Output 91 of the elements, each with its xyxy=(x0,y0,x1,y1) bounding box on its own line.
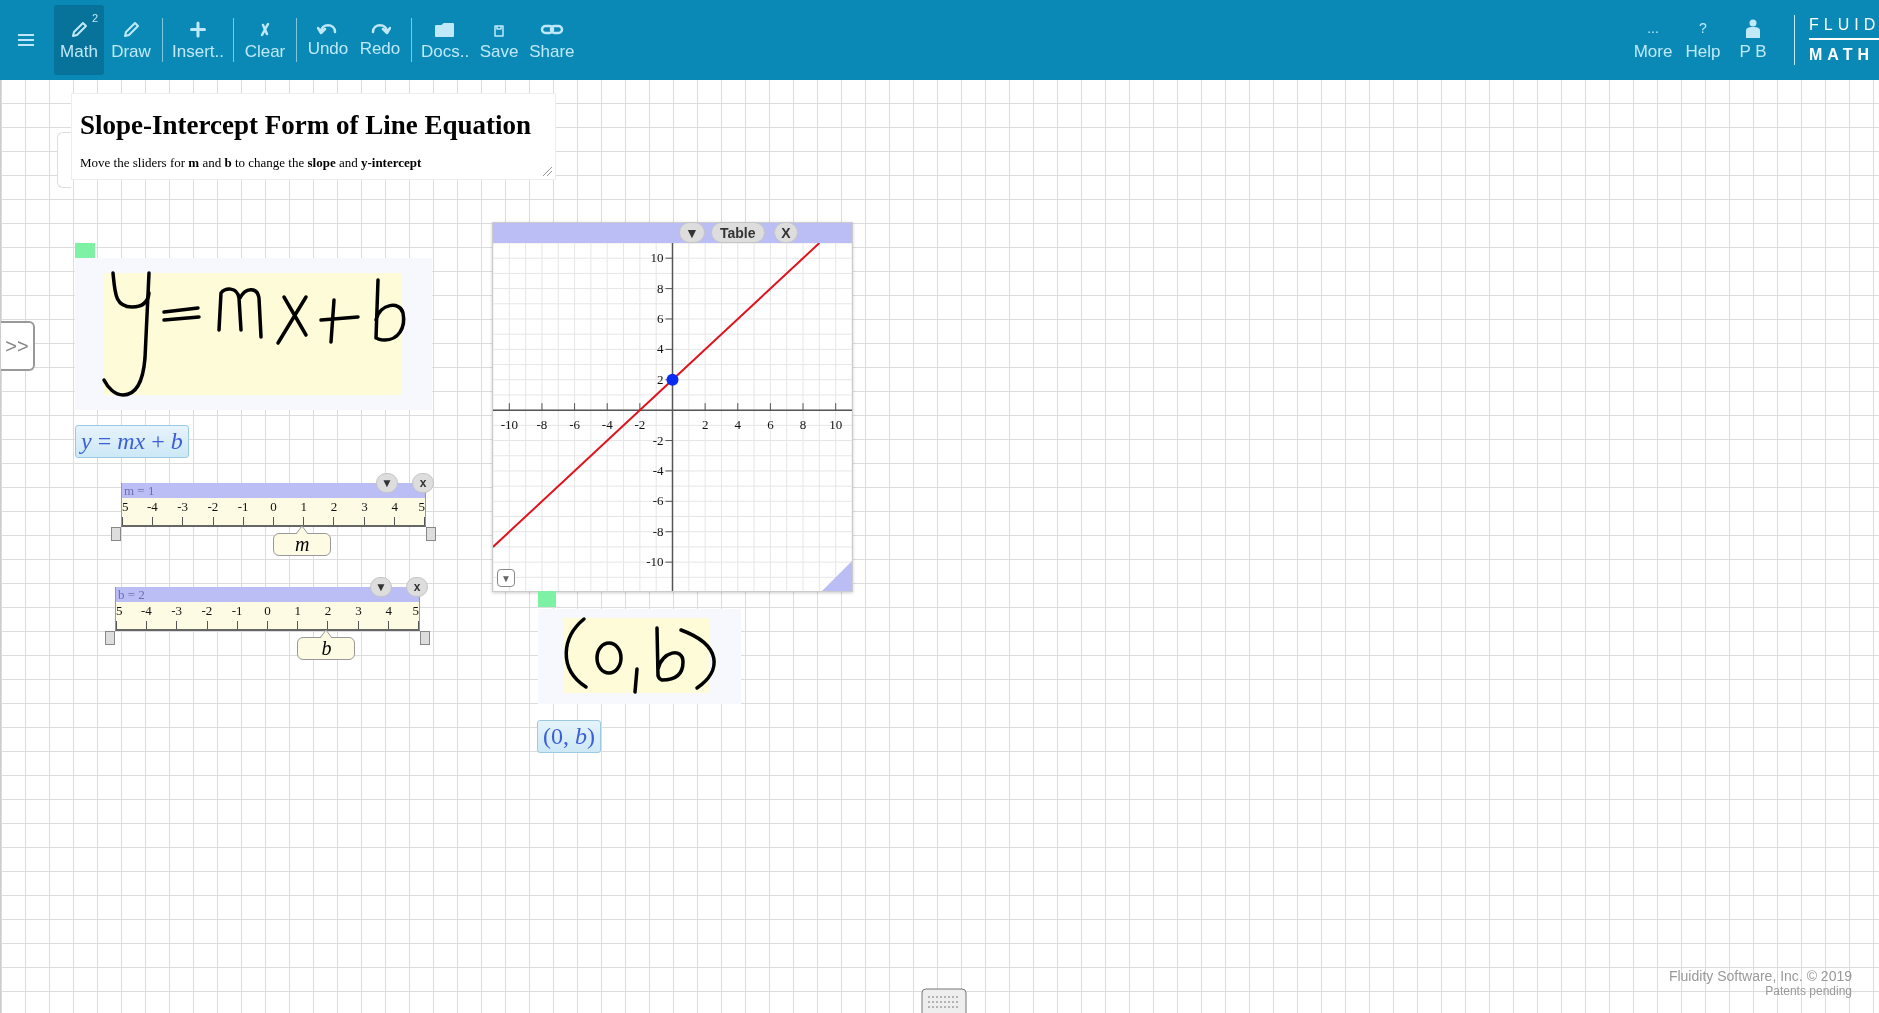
tick-label: -3 xyxy=(177,499,188,515)
toolbar-button[interactable]: Redo xyxy=(354,5,405,75)
panel-tab[interactable] xyxy=(57,132,71,188)
tick-label: -4 xyxy=(652,462,664,478)
handwriting-ink-area[interactable] xyxy=(75,258,432,410)
tick-label: 0 xyxy=(264,603,271,619)
close-button[interactable]: X xyxy=(774,222,798,243)
pointer-notch-icon[interactable] xyxy=(296,525,309,534)
tick-label: 0 xyxy=(270,499,277,515)
drag-handle[interactable] xyxy=(75,243,95,258)
tick-label: -6 xyxy=(652,493,664,509)
tick-label: 2 xyxy=(701,417,709,433)
card-description: Move the sliders for m and b to change the slope and y-intercept xyxy=(80,155,423,171)
tick-label: 2 xyxy=(330,499,338,515)
tick-label: -1 xyxy=(231,603,243,619)
toolbar-button[interactable]: Undo xyxy=(302,5,353,75)
math-expression[interactable]: y = mx + b xyxy=(75,425,189,458)
tick-label: 5 xyxy=(412,603,419,619)
tick-label: -2 xyxy=(634,417,646,433)
tick-label: 2 xyxy=(324,603,332,619)
table-button[interactable]: Table xyxy=(711,222,765,243)
close-button[interactable]: x xyxy=(412,473,434,493)
person-icon xyxy=(1744,18,1762,39)
help-icon: ? xyxy=(1699,18,1707,39)
slider-end-cap[interactable] xyxy=(426,527,436,541)
tick-label: -10 xyxy=(500,417,518,433)
tick-label: 4 xyxy=(391,499,398,515)
close-button[interactable]: x xyxy=(406,577,428,597)
tick-label: -4 xyxy=(140,603,152,619)
tick-label: 1 xyxy=(294,603,302,619)
toolbar-button[interactable]: ? Help xyxy=(1678,5,1728,75)
tick-label: -10 xyxy=(646,554,664,570)
resize-grip-icon[interactable] xyxy=(541,165,553,177)
menu-icon[interactable] xyxy=(18,34,34,46)
tick-label: 5 xyxy=(122,499,129,515)
pointer-notch-icon[interactable] xyxy=(320,629,333,638)
undo-icon xyxy=(316,21,339,36)
handwriting-ink-area[interactable] xyxy=(538,609,741,704)
toolbar-button[interactable]: P B xyxy=(1728,5,1778,75)
tick-label: 6 xyxy=(767,417,774,433)
count-label: 2 xyxy=(91,12,98,24)
toolbar-button[interactable]: Clear xyxy=(239,5,290,75)
slider-end-cap[interactable] xyxy=(111,527,121,541)
tick-label: 3 xyxy=(355,603,362,619)
toolbar-button[interactable]: Draw xyxy=(106,5,156,75)
toolbar-button[interactable]: Insert.. xyxy=(169,5,227,75)
card-title: Slope-Intercept Form of Line Equation xyxy=(80,110,532,141)
tick-label: -2 xyxy=(652,432,664,448)
more-icon: ... xyxy=(1647,18,1659,39)
tick-label: 10 xyxy=(650,250,664,266)
tick-label: 2 xyxy=(657,371,664,387)
tick-label: -4 xyxy=(146,499,158,515)
resize-handle[interactable] xyxy=(822,561,852,591)
tick-label: 4 xyxy=(385,603,392,619)
menu-button[interactable]: ▼ xyxy=(497,569,515,587)
tick-label: -1 xyxy=(237,499,249,515)
tick-label: -6 xyxy=(569,417,580,433)
slider-end-cap[interactable] xyxy=(420,631,430,645)
keyboard-icon[interactable] xyxy=(921,988,967,1013)
tick-label: 3 xyxy=(361,499,368,515)
toolbar-button[interactable]: Share xyxy=(526,5,578,75)
tick-label: -8 xyxy=(536,417,548,433)
copyright-text: Fluidity Software, Inc. © 2019 xyxy=(1668,968,1852,984)
logo-text: FLUID xyxy=(1809,16,1879,34)
tick-label: 8 xyxy=(799,417,807,433)
expand-tab[interactable]: >> xyxy=(1,321,35,371)
toolbar-button[interactable]: Docs.. xyxy=(417,5,473,75)
slider-end-cap[interactable] xyxy=(105,631,115,645)
toolbar-button[interactable]: ... More xyxy=(1628,5,1678,75)
tick-label: -2 xyxy=(201,603,213,619)
drag-handle[interactable] xyxy=(538,591,556,607)
toolbar-button[interactable]: Save xyxy=(474,5,525,75)
toolbar-button[interactable]: Math 2 xyxy=(54,5,104,75)
tick-label: -2 xyxy=(207,499,219,515)
tick-label: 1 xyxy=(300,499,308,515)
logo-text: MATH xyxy=(1809,38,1879,64)
tick-label: -8 xyxy=(652,523,664,539)
menu-button[interactable]: ▼ xyxy=(679,222,705,243)
tick-label: 4 xyxy=(657,341,664,357)
patent-note: Patents pending xyxy=(1764,984,1852,998)
math-expression[interactable]: (0, b) xyxy=(537,720,601,753)
tick-label: -3 xyxy=(171,603,182,619)
tick-label: -4 xyxy=(601,417,613,433)
tick-label: 10 xyxy=(829,417,843,433)
tick-label: 8 xyxy=(657,280,664,296)
tick-label: 6 xyxy=(657,311,664,326)
tick-label: 5 xyxy=(116,603,123,619)
point-marker[interactable] xyxy=(666,373,679,386)
tick-label: 5 xyxy=(418,499,425,515)
tick-label: 4 xyxy=(734,417,741,433)
graph-header[interactable]: ▼ Table X xyxy=(493,223,852,243)
